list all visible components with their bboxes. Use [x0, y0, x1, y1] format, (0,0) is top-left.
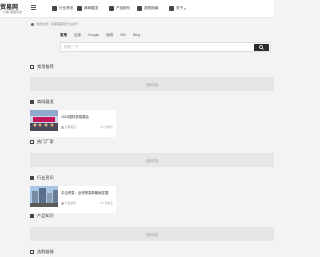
nav-item-about[interactable]: 关于 ▾ [169, 6, 186, 11]
section-title-exhibition: 商网展览 [30, 99, 54, 105]
empty-text: 没有内容 [145, 159, 159, 163]
breadcrumb: 您的位置：贸易网首页行业资讯 [31, 22, 78, 26]
folder-icon [30, 65, 34, 69]
nav-item-label: 关于 [176, 6, 184, 10]
section-title-text: 选购链接 [37, 249, 54, 254]
site-logo[interactable]: 贸易网 小易·贸易平台 [0, 2, 22, 16]
guide-icon [137, 6, 142, 11]
nav-item-industry-news[interactable]: 行业资讯 [52, 6, 73, 11]
card-views: 67 次浏览 [100, 201, 113, 205]
section-title-product: 产品知识 [30, 213, 54, 219]
search-input[interactable]: 找找一下 [64, 45, 78, 50]
menu-icon[interactable] [31, 5, 36, 10]
card-title[interactable]: 2024国际贸易展会 [61, 114, 89, 119]
section-title-industry: 行业资讯 [30, 175, 54, 181]
exhibition-thumbnail [30, 110, 58, 131]
section-title-text: 行业资讯 [37, 175, 54, 180]
chevron-down-icon: ▾ [184, 6, 186, 11]
breadcrumb-text: 您的位置：贸易网首页行业资讯 [36, 22, 79, 26]
tag-icon [61, 125, 64, 129]
nav-item-label: 行业资讯 [59, 6, 74, 10]
empty-placeholder-hot-factory: 没有内容 [30, 153, 274, 167]
nav-item-exhibition[interactable]: 商网展览 [77, 6, 98, 11]
nav-item-guide[interactable]: 选购指南 [137, 6, 158, 11]
search-tab-baidu[interactable]: 百度 [74, 33, 81, 38]
about-icon [169, 6, 174, 11]
search-tab-360[interactable]: 360 [120, 33, 126, 38]
top-navigation-bar: 贸易网 小易·贸易平台 行业资讯 商网展览 产品报价 选购指南 关于 ▾ [0, 0, 274, 18]
search-tab-mita[interactable]: 秘塔 [106, 33, 113, 38]
empty-placeholder-product: 没有内容 [30, 227, 274, 241]
search-icon [259, 45, 264, 50]
link-icon [30, 250, 34, 254]
search-tab-google[interactable]: Google [88, 33, 99, 38]
section-title-text: 商网展览 [37, 99, 54, 104]
news-icon [52, 6, 57, 11]
search-tab-common[interactable]: 常用 [60, 33, 67, 38]
image-icon [30, 100, 34, 104]
card-category: 行业资讯 [61, 201, 76, 205]
search-panel: 常用 百度 Google 秘塔 360 Bing 找找一下 [60, 33, 274, 52]
search-tab-bing[interactable]: Bing [133, 33, 140, 38]
empty-text: 没有内容 [145, 233, 159, 237]
image-icon [30, 176, 34, 180]
empty-placeholder-common: 没有内容 [30, 77, 274, 91]
industry-card[interactable]: 中企贸易：全球贸易新格局发展 行业资讯 67 次浏览 [30, 186, 116, 213]
book-icon [30, 214, 34, 218]
section-title-common: 常用推荐 [30, 64, 54, 70]
section-title-hot-factory: 热门厂家 [30, 139, 54, 145]
search-button[interactable] [254, 44, 269, 51]
card-category: 商网展览 [61, 125, 76, 129]
exhibition-icon [77, 6, 82, 11]
nav-item-label: 产品报价 [116, 6, 131, 10]
card-category-text: 商网展览 [65, 125, 77, 129]
search-engine-tabs: 常用 百度 Google 秘塔 360 Bing [60, 33, 274, 38]
section-title-text: 热门厂家 [37, 139, 54, 144]
section-title-text: 常用推荐 [37, 64, 54, 69]
price-icon [109, 6, 114, 11]
search-box: 找找一下 [60, 42, 271, 52]
tag-icon [61, 201, 64, 205]
nav-item-label: 商网展览 [84, 6, 99, 10]
section-title-guide: 选购链接 [30, 249, 54, 255]
card-views: 67 次浏览 [100, 125, 113, 129]
section-title-text: 产品知识 [37, 213, 54, 218]
nav-item-label: 选购指南 [144, 6, 159, 10]
location-pin-icon [31, 22, 34, 26]
empty-text: 没有内容 [145, 83, 159, 87]
logo-sub-text: 小易·贸易平台 [3, 10, 22, 14]
card-title[interactable]: 中企贸易：全球贸易新格局发展 [61, 190, 108, 195]
card-category-text: 行业资讯 [65, 201, 77, 205]
factory-icon [30, 140, 34, 144]
exhibition-card[interactable]: 2024国际贸易展会 商网展览 67 次浏览 [30, 110, 116, 137]
nav-item-price[interactable]: 产品报价 [109, 6, 130, 11]
industry-thumbnail [30, 186, 58, 207]
